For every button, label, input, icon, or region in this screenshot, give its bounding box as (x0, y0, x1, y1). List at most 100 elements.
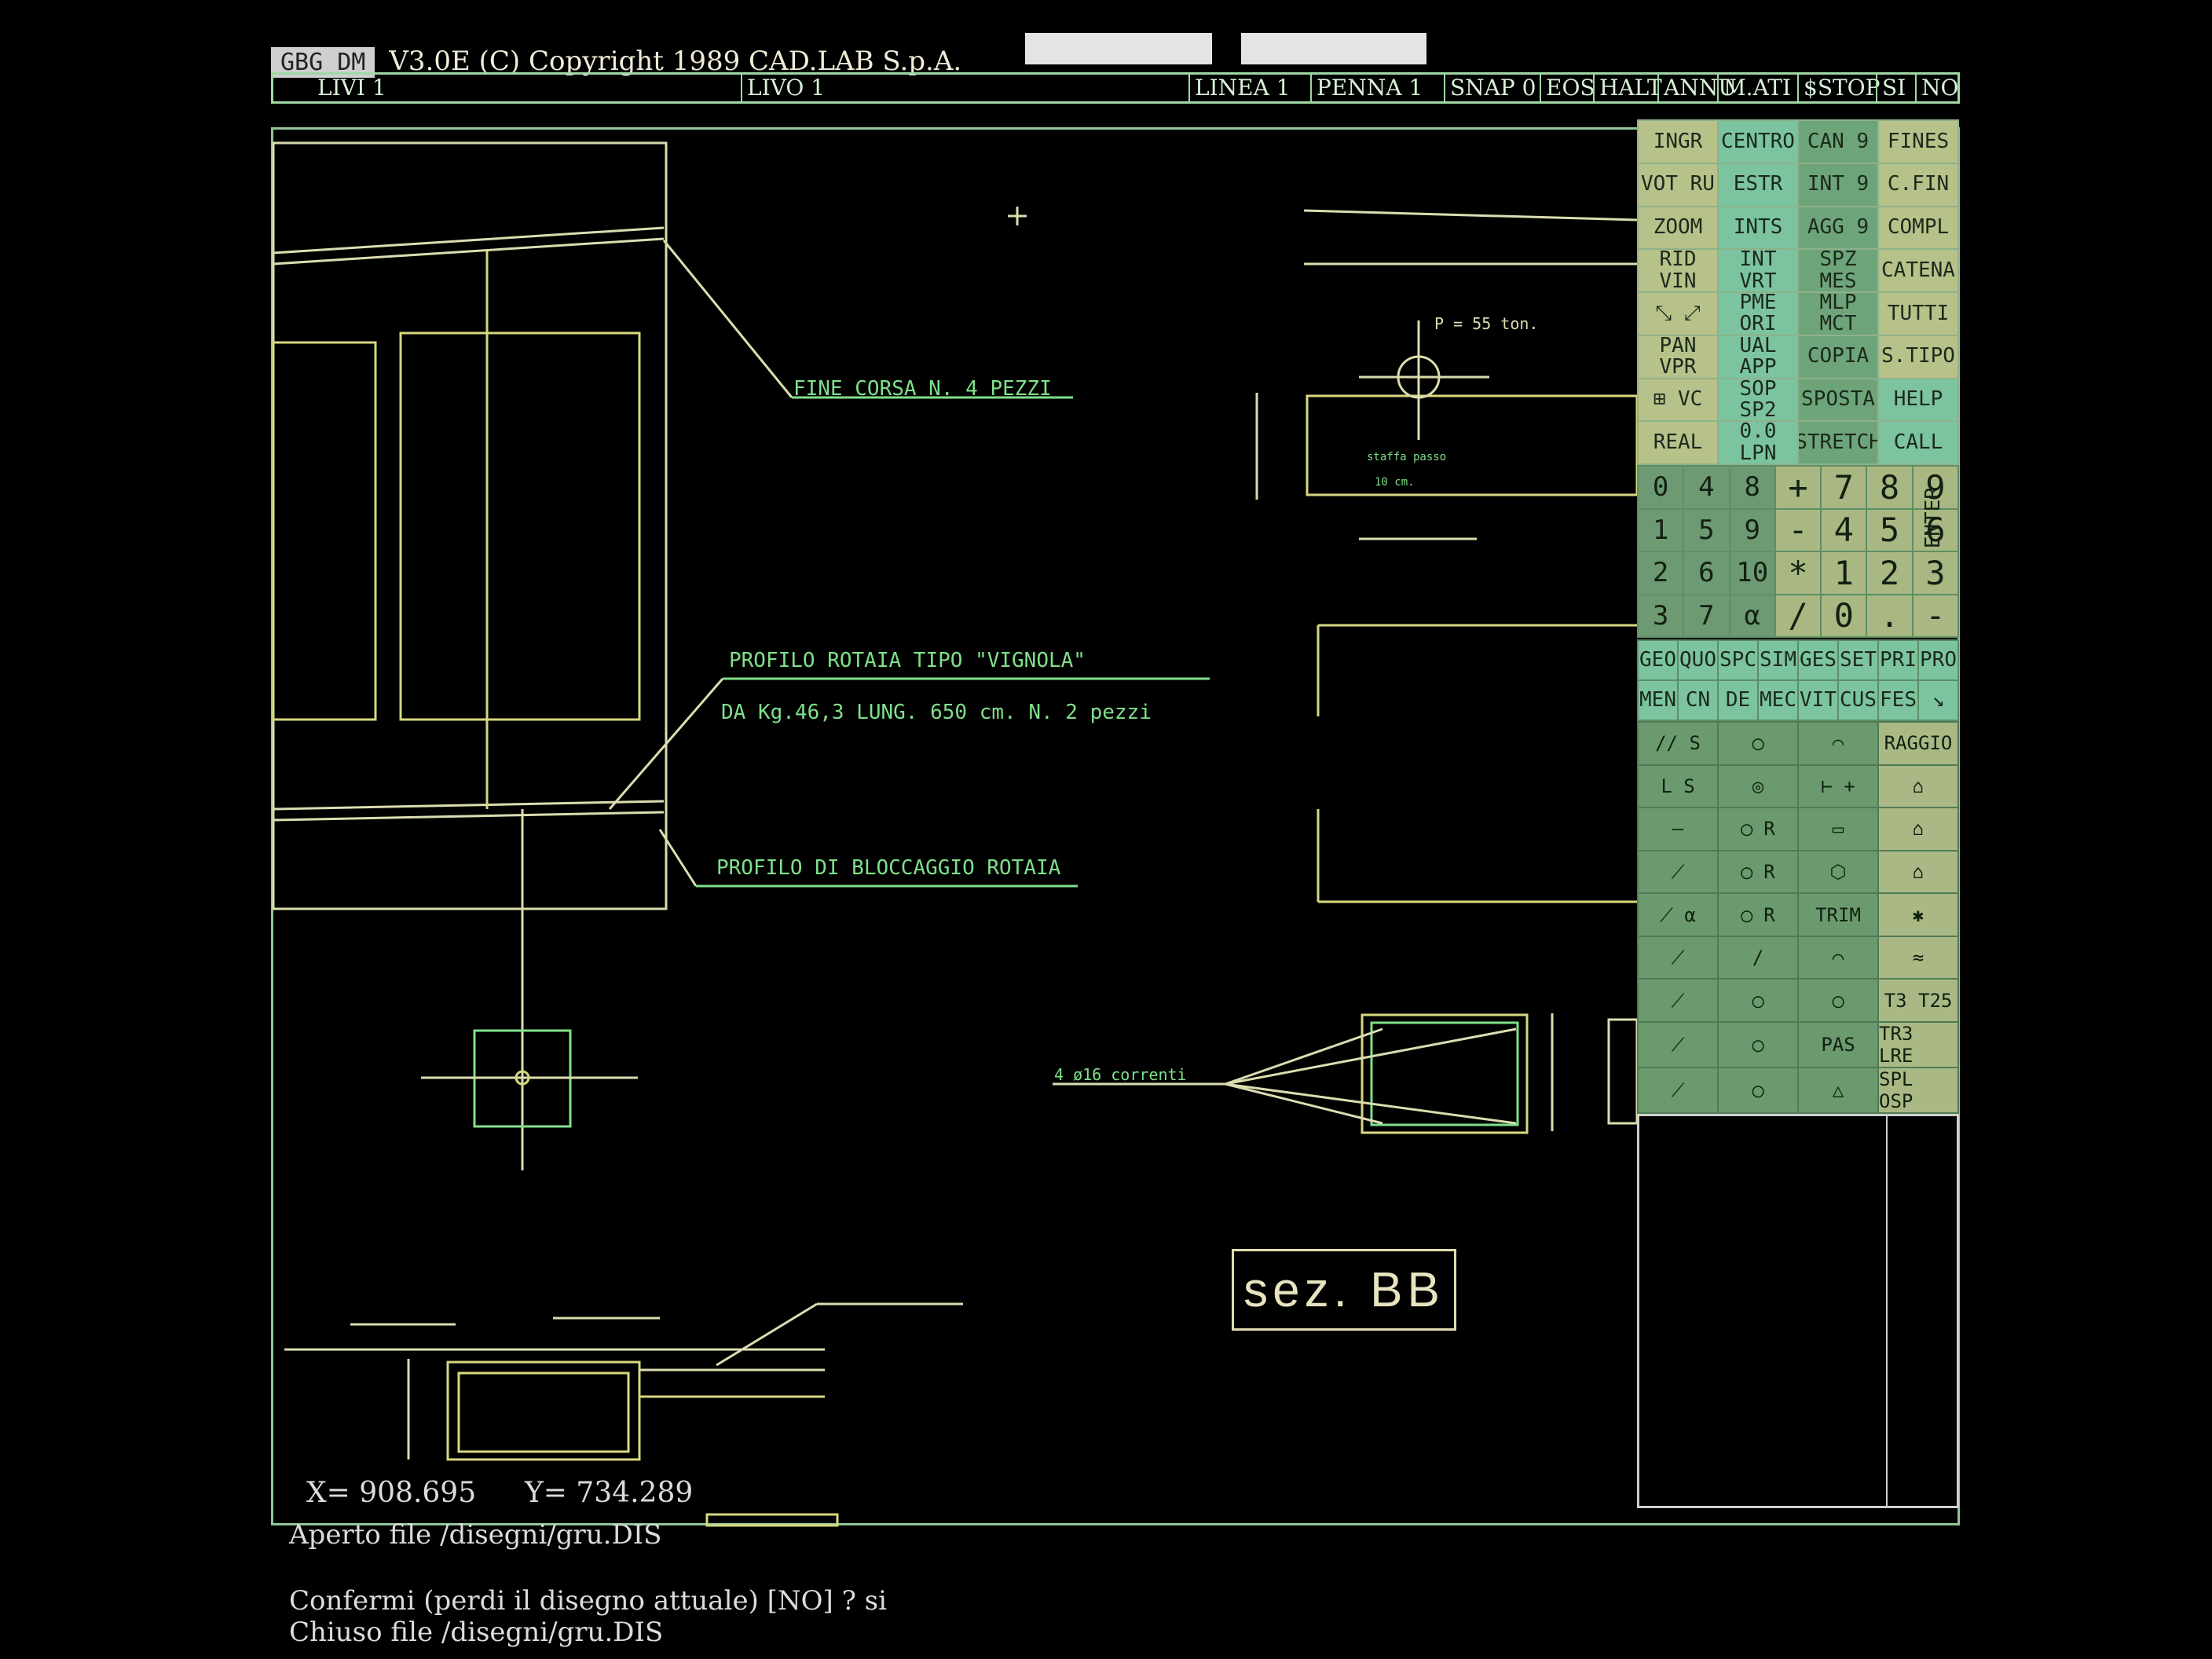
menu-zoom[interactable]: ZOOM (1639, 207, 1717, 249)
key-2b[interactable]: 2 (1867, 552, 1912, 594)
key-4b[interactable]: 4 (1822, 509, 1866, 551)
shape-circle-r3[interactable]: ◯ R (1719, 894, 1797, 936)
key-4[interactable]: 4 (1684, 467, 1729, 508)
menu-sop-sp2[interactable]: SOP SP2 (1719, 379, 1797, 421)
shape-folder-icon[interactable]: ⌂ (1879, 765, 1957, 808)
key-minus[interactable]: - (1775, 509, 1821, 551)
menu-sposta[interactable]: SPOSTA (1799, 379, 1877, 421)
key-8[interactable]: 8 (1730, 467, 1774, 508)
shape-raggio[interactable]: RAGGIO (1879, 723, 1957, 764)
shape-diagonal[interactable]: ⟋ (1639, 851, 1717, 893)
func-fes[interactable]: FES (1879, 681, 1917, 720)
key-0[interactable]: 0 (1639, 467, 1683, 508)
menu-pan-vpr[interactable]: PAN VPR (1639, 335, 1717, 378)
key-9b[interactable]: 9 (1730, 509, 1774, 551)
menu-lpn[interactable]: 0.0 LPN (1719, 422, 1797, 463)
func-geo[interactable]: GEO (1639, 641, 1677, 679)
shape-tr3-lre[interactable]: TR3 LRE (1879, 1023, 1957, 1067)
menu-rid-vin[interactable]: RID VIN (1639, 250, 1717, 291)
menu-mlp-mct[interactable]: MLP MCT (1799, 293, 1877, 335)
enter-key[interactable]: ENTER (1921, 487, 1945, 548)
key-3[interactable]: 3 (1913, 552, 1957, 594)
key-3b[interactable]: 3 (1639, 595, 1683, 636)
menu-copia[interactable]: COPIA (1799, 335, 1877, 378)
func-spc[interactable]: SPC (1719, 641, 1757, 679)
menu-call[interactable]: CALL (1879, 422, 1957, 463)
menu-compl[interactable]: COMPL (1879, 207, 1957, 249)
menu-real[interactable]: REAL (1639, 422, 1717, 463)
key-8b[interactable]: 8 (1867, 467, 1912, 508)
shape-circle-small-2[interactable]: ◯ (1799, 980, 1877, 1021)
key-5b[interactable]: 5 (1867, 509, 1912, 551)
shape-polyline[interactable]: ∕∕ S (1639, 723, 1717, 764)
shape-rectangle[interactable]: ▭ (1799, 808, 1877, 850)
func-pri[interactable]: PRI (1879, 641, 1917, 679)
shape-slash[interactable]: ∕ (1719, 936, 1797, 979)
shape-arc[interactable]: ⌒ (1799, 723, 1877, 764)
menu-estr[interactable]: ESTR (1719, 163, 1797, 206)
func-cus[interactable]: CUS (1839, 681, 1877, 720)
menu-fines[interactable]: FINES (1879, 121, 1957, 163)
func-sim[interactable]: SIM (1759, 641, 1797, 679)
menu-catena[interactable]: CATENA (1879, 250, 1957, 291)
shape-star-icon[interactable]: ✱ (1879, 894, 1957, 936)
shape-triangle[interactable]: △ (1799, 1068, 1877, 1112)
menu-can[interactable]: CAN 9 (1799, 121, 1877, 163)
shape-circle-r2[interactable]: ◯ R (1719, 851, 1797, 893)
func-de[interactable]: DE (1719, 681, 1757, 720)
shape-circle-small-4[interactable]: ◯ (1719, 1068, 1797, 1112)
func-vit[interactable]: VIT (1799, 681, 1837, 720)
shape-circle[interactable]: ◯ (1719, 723, 1797, 764)
key-5[interactable]: 5 (1684, 509, 1729, 551)
func-set[interactable]: SET (1839, 641, 1877, 679)
key-6b[interactable]: 6 (1684, 552, 1729, 594)
menu-ints[interactable]: INTS (1719, 207, 1797, 249)
shape-trim[interactable]: TRIM (1799, 894, 1877, 936)
menu-pme-ori[interactable]: PME ORI (1719, 293, 1797, 335)
key-0b[interactable]: 0 (1822, 595, 1866, 636)
shape-circle-r[interactable]: ◯ R (1719, 808, 1797, 850)
shape-t3-t25[interactable]: T3 T25 (1879, 980, 1957, 1021)
func-cn[interactable]: CN (1679, 681, 1717, 720)
shape-stamp-icon[interactable]: ⌂ (1879, 808, 1957, 850)
shape-fill-icon[interactable]: ⌂ (1879, 851, 1957, 893)
menu-tutti[interactable]: TUTTI (1879, 293, 1957, 335)
shape-wave-icon[interactable]: ≈ (1879, 936, 1957, 979)
shape-hatch-4[interactable]: ⟋ (1639, 1068, 1717, 1112)
key-1[interactable]: 1 (1639, 509, 1683, 551)
menu-expand-icon[interactable]: ⤡ ⤢ (1639, 293, 1717, 335)
key-10[interactable]: 10 (1730, 552, 1774, 594)
shape-spl-osp[interactable]: SPL OSP (1879, 1068, 1957, 1112)
menu-centro[interactable]: CENTRO (1719, 121, 1797, 163)
shape-circle-center[interactable]: ◎ (1719, 765, 1797, 808)
func-ges[interactable]: GES (1799, 641, 1837, 679)
func-men[interactable]: MEN (1639, 681, 1677, 720)
shape-circle-small-3[interactable]: ◯ (1719, 1023, 1797, 1067)
key-7[interactable]: 7 (1822, 467, 1866, 508)
key-7b[interactable]: 7 (1684, 595, 1729, 636)
key-1b[interactable]: 1 (1822, 552, 1866, 594)
menu-vot-ru[interactable]: VOT RU (1639, 163, 1717, 206)
key-multiply[interactable]: * (1775, 552, 1821, 594)
shape-angle[interactable]: L S (1639, 765, 1717, 808)
shape-polygon[interactable]: ⬡ (1799, 851, 1877, 893)
menu-ingr[interactable]: INGR (1639, 121, 1717, 163)
menu-help[interactable]: HELP (1879, 379, 1957, 421)
func-arrow-icon[interactable]: ↘ (1919, 681, 1957, 720)
key-dot[interactable]: . (1867, 595, 1912, 636)
key-2[interactable]: 2 (1639, 552, 1683, 594)
key-alpha[interactable]: α (1730, 595, 1774, 636)
shape-hatch-3[interactable]: ⟋ (1639, 1023, 1717, 1067)
shape-curve[interactable]: ⌒ (1799, 936, 1877, 979)
shape-line[interactable]: — (1639, 808, 1717, 850)
menu-grid-vc[interactable]: ⊞ VC (1639, 379, 1717, 421)
key-minus-b[interactable]: - (1913, 595, 1957, 636)
menu-ual-app[interactable]: UAL APP (1719, 335, 1797, 378)
menu-spz-mes[interactable]: SPZ MES (1799, 250, 1877, 291)
shape-hatch-2[interactable]: ⟋ (1639, 980, 1717, 1021)
func-pro[interactable]: PRO (1919, 641, 1957, 679)
menu-int-vrt[interactable]: INT VRT (1719, 250, 1797, 291)
func-mec[interactable]: MEC (1759, 681, 1797, 720)
menu-cfin[interactable]: C.FIN (1879, 163, 1957, 206)
shape-angle-alpha[interactable]: ⟋ α (1639, 894, 1717, 936)
